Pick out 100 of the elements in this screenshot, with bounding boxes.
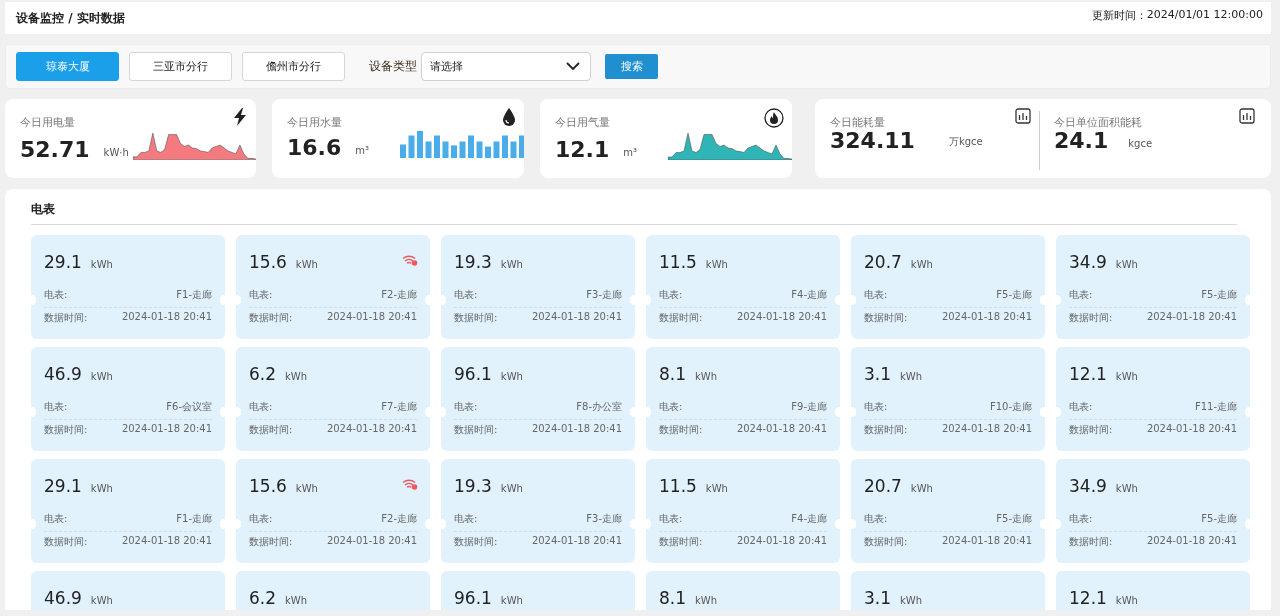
time-label: 数据时间:: [1069, 311, 1113, 325]
meter-label: 电表:: [44, 512, 68, 526]
time-label: 数据时间:: [864, 535, 908, 549]
stat-title: 今日用水量: [287, 115, 342, 130]
meter-value: 12.1: [1069, 364, 1107, 384]
meter-unit: kWh: [285, 595, 308, 606]
search-button[interactable]: 搜索: [605, 54, 658, 79]
meter-unit: kWh: [90, 483, 113, 494]
meter-unit: kWh: [705, 259, 728, 270]
meter-value: 6.2: [249, 588, 277, 608]
meter-label: 电表:: [44, 400, 68, 414]
time-label: 数据时间:: [659, 535, 703, 549]
data-time: 2024-01-18 20:41: [1146, 311, 1237, 324]
meter-unit: kWh: [295, 483, 318, 494]
time-label: 数据时间:: [44, 423, 88, 437]
meter-name: F5-走廊: [996, 288, 1032, 302]
time-label: 数据时间:: [44, 311, 88, 325]
meter-unit: kWh: [90, 595, 113, 606]
site-tab[interactable]: 三亚市分行: [129, 52, 232, 81]
meter-value: 12.1: [1069, 588, 1107, 608]
meter-label: 电表:: [249, 512, 273, 526]
stat-unit: m³: [355, 145, 371, 156]
meter-value: 19.3: [454, 476, 492, 496]
meter-value: 15.6: [249, 476, 287, 496]
data-time: 2024-01-18 20:41: [326, 423, 417, 436]
time-label: 数据时间:: [864, 423, 908, 437]
meter-value: 34.9: [1069, 476, 1107, 496]
meter-unit: kWh: [90, 259, 113, 270]
breadcrumb: 设备监控 / 实时数据: [16, 9, 125, 27]
meter-unit: kWh: [705, 483, 728, 494]
meter-name: F4-走廊: [791, 512, 827, 526]
meter-value: 8.1: [659, 588, 687, 608]
time-label: 数据时间:: [454, 311, 498, 325]
meter-unit: kWh: [695, 595, 718, 606]
meter-name: F1-走廊: [176, 512, 212, 526]
meter-value: 3.1: [864, 364, 892, 384]
data-time: 2024-01-18 20:41: [1146, 535, 1237, 548]
meter-value: 3.1: [864, 588, 892, 608]
meter-label: 电表:: [659, 400, 683, 414]
site-tab[interactable]: 儋州市分行: [242, 52, 345, 81]
meter-unit: kWh: [500, 595, 523, 606]
lightning-icon: [232, 108, 248, 126]
section-title: 电表: [31, 201, 1237, 225]
meter-unit: kWh: [1115, 371, 1138, 382]
meter-value: 11.5: [659, 252, 697, 272]
data-time: 2024-01-18 20:41: [941, 535, 1032, 548]
meter-value: 46.9: [44, 588, 82, 608]
time-label: 数据时间:: [864, 311, 908, 325]
update-label: 更新时间：: [1091, 8, 1147, 23]
meter-name: F6-会议室: [166, 400, 212, 414]
meter-label: 电表:: [864, 512, 888, 526]
stat-value: 16.6: [287, 135, 342, 161]
meter-name: F5-走廊: [996, 512, 1032, 526]
stat-title: 今日用电量: [20, 115, 75, 130]
stat-title: 今日用气量: [555, 115, 610, 130]
meter-unit: kWh: [1115, 259, 1138, 270]
meter-label: 电表:: [1069, 288, 1093, 302]
meter-unit: kWh: [910, 259, 933, 270]
meter-value: 96.1: [454, 364, 492, 384]
meter-value: 6.2: [249, 364, 277, 384]
meter-name: F5-走廊: [1201, 512, 1237, 526]
chevron-down-icon: [566, 62, 580, 71]
data-time: 2024-01-18 20:41: [121, 423, 212, 436]
meter-label: 电表:: [659, 288, 683, 302]
meter-value: 20.7: [864, 252, 902, 272]
meter-label: 电表:: [864, 288, 888, 302]
time-label: 数据时间:: [249, 535, 293, 549]
stat-unit: 万kgce: [948, 135, 983, 149]
stat-unit: m³: [623, 147, 639, 158]
meter-label: 电表:: [659, 512, 683, 526]
time-label: 数据时间:: [1069, 423, 1113, 437]
data-time: 2024-01-18 20:41: [531, 423, 622, 436]
device-type-select[interactable]: 请选择: [421, 52, 591, 81]
meter-label: 电表:: [454, 512, 478, 526]
meter-label: 电表:: [1069, 400, 1093, 414]
time-label: 数据时间:: [249, 311, 293, 325]
data-time: 2024-01-18 20:41: [531, 311, 622, 324]
meter-name: F11-走廊: [1194, 400, 1237, 414]
meter-value: 20.7: [864, 476, 902, 496]
meter-unit: kWh: [90, 371, 113, 382]
meter-name: F1-走廊: [176, 288, 212, 302]
data-time: 2024-01-18 20:41: [1146, 423, 1237, 436]
meter-value: 29.1: [44, 476, 82, 496]
meter-label: 电表:: [44, 288, 68, 302]
data-time: 2024-01-18 20:41: [326, 535, 417, 548]
stat-title: 今日能耗量: [830, 115, 885, 130]
meter-unit: kWh: [500, 483, 523, 494]
meter-unit: kWh: [1115, 483, 1138, 494]
meter-value: 11.5: [659, 476, 697, 496]
meter-unit: kWh: [295, 259, 318, 270]
meter-value: 19.3: [454, 252, 492, 272]
data-time: 2024-01-18 20:41: [326, 311, 417, 324]
data-time: 2024-01-18 20:41: [531, 535, 622, 548]
meter-value: 46.9: [44, 364, 82, 384]
data-time: 2024-01-18 20:41: [941, 423, 1032, 436]
meter-value: 96.1: [454, 588, 492, 608]
update-time: 2024/01/01 12:00:00: [1146, 8, 1263, 23]
stat-value: 324.11: [830, 128, 915, 154]
meter-value: 15.6: [249, 252, 287, 272]
meter-name: F7-走廊: [381, 400, 417, 414]
